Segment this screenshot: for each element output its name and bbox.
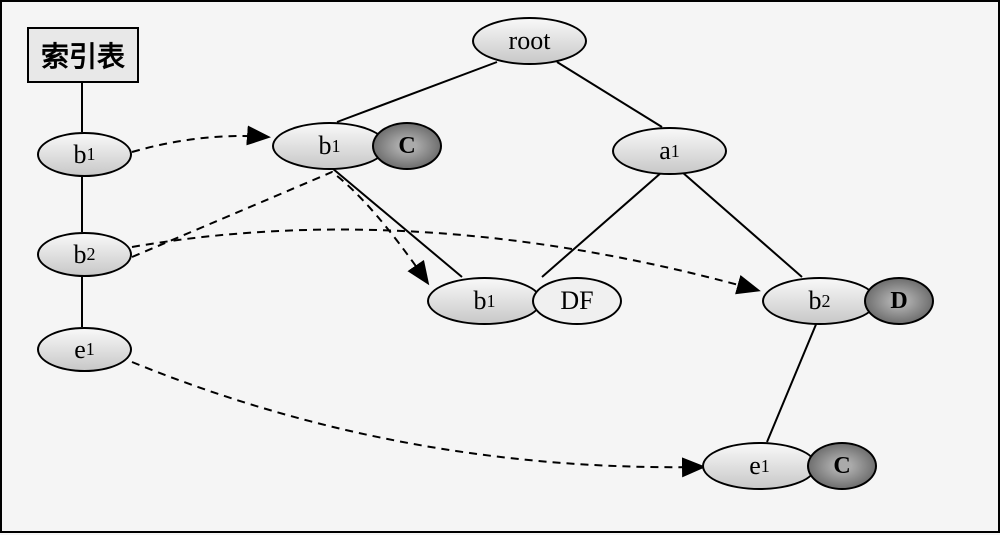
tree-node-b2-sub: 2 <box>822 291 831 312</box>
index-table-label: 索引表 <box>41 42 125 73</box>
tree-node-b1-label: b <box>319 131 332 161</box>
tree-node-e1-annot: C <box>807 442 877 490</box>
tree-node-b1-annot: C <box>372 122 442 170</box>
tree-node-b1-sub: 1 <box>332 136 341 157</box>
index-item-b2-sub: 2 <box>87 244 96 265</box>
index-item-e1-sub: 1 <box>86 339 95 360</box>
index-item-b2: b2 <box>37 232 132 277</box>
tree-node-a1-label: a <box>659 136 671 166</box>
tree-node-b2: b2 <box>762 277 877 325</box>
tree-node-e1-annot-text: C <box>833 453 850 480</box>
tree-root-label: root <box>509 26 551 56</box>
tree-node-b2-annot-text: D <box>890 288 907 315</box>
tree-node-b1b-annot-text: DF <box>560 286 593 316</box>
index-table-header: 索引表 <box>27 27 139 83</box>
tree-node-b1b-annot: DF <box>532 277 622 325</box>
tree-node-e1-label: e <box>749 451 761 481</box>
tree-node-b1b-sub: 1 <box>487 291 496 312</box>
tree-node-e1: e1 <box>702 442 817 490</box>
index-item-e1: e1 <box>37 327 132 372</box>
tree-node-b1b: b1 <box>427 277 542 325</box>
tree-node-b1-annot-text: C <box>398 133 415 160</box>
tree-node-a1: a1 <box>612 127 727 175</box>
tree-node-b1b-label: b <box>474 286 487 316</box>
index-item-b1-label: b <box>74 140 87 170</box>
tree-node-b2-label: b <box>809 286 822 316</box>
tree-node-b2-annot: D <box>864 277 934 325</box>
tree-node-e1-sub: 1 <box>761 456 770 477</box>
index-item-b1: b1 <box>37 132 132 177</box>
tree-root: root <box>472 17 587 65</box>
index-item-b2-label: b <box>74 240 87 270</box>
index-item-b1-sub: 1 <box>87 144 96 165</box>
tree-node-a1-sub: 1 <box>671 141 680 162</box>
index-item-e1-label: e <box>74 335 86 365</box>
tree-node-b1: b1 <box>272 122 387 170</box>
